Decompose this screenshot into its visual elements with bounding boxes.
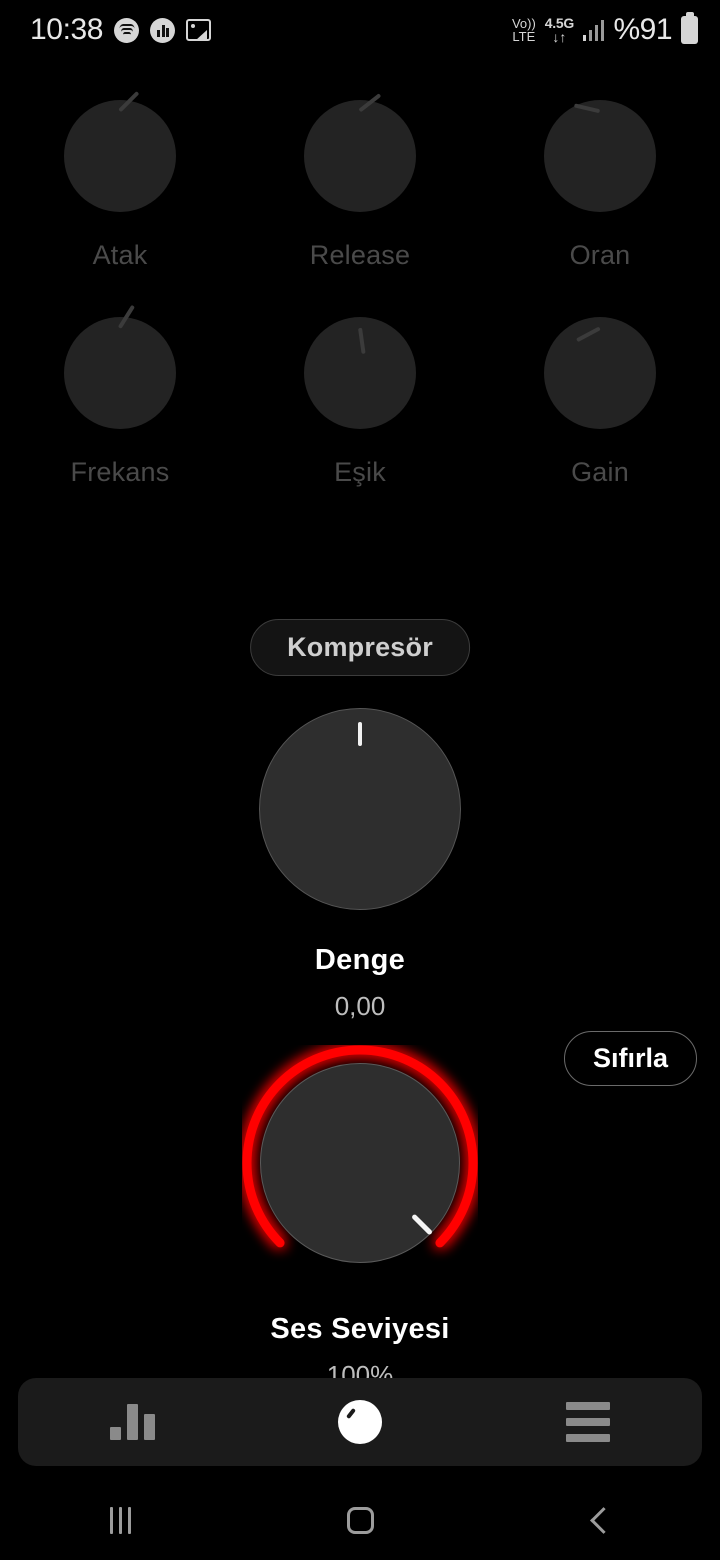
knob-dial-gain[interactable] bbox=[544, 317, 656, 429]
status-clock: 10:38 bbox=[30, 13, 104, 46]
knob-dial-atak[interactable] bbox=[64, 91, 176, 212]
equalizer-circle-icon bbox=[150, 17, 176, 43]
knob-dial-release[interactable] bbox=[304, 93, 416, 212]
knob-body bbox=[544, 100, 656, 212]
knob-label-atak: Atak bbox=[92, 240, 148, 270]
knob-control-oran[interactable]: Oran bbox=[480, 100, 720, 271]
knob-dial-frekans[interactable] bbox=[64, 305, 176, 429]
status-bar-left: 10:38 bbox=[30, 13, 212, 47]
knob-label-gain: Gain bbox=[571, 457, 629, 487]
knob-label-frekans: Frekans bbox=[70, 457, 170, 487]
balance-value: 0,00 bbox=[334, 991, 386, 1021]
signal-bars-icon bbox=[582, 19, 605, 41]
knob-icon bbox=[338, 1400, 382, 1444]
hamburger-menu-icon bbox=[566, 1402, 610, 1442]
knob-dial-esik[interactable] bbox=[304, 317, 416, 429]
knob-control-gain[interactable]: Gain bbox=[480, 317, 720, 488]
home-icon bbox=[346, 1506, 374, 1534]
knob-body bbox=[64, 100, 176, 212]
knob-indicator bbox=[358, 722, 362, 746]
volume-control: Ses Seviyesi 100% bbox=[0, 1045, 720, 1391]
compressor-knob-grid: Atak Release Oran Frekans Eşik Gain bbox=[0, 91, 720, 488]
balance-title: Denge bbox=[314, 944, 406, 976]
data-transfer-icon: ↓↑ bbox=[552, 29, 567, 45]
battery-icon bbox=[681, 16, 698, 44]
balance-control: Denge 0,00 bbox=[0, 708, 720, 1022]
volte-icon: Vo)) LTE bbox=[512, 17, 536, 43]
menu-tab[interactable] bbox=[474, 1378, 702, 1466]
knob-label-release: Release bbox=[309, 240, 411, 270]
knob-row-2: Frekans Eşik Gain bbox=[0, 305, 720, 488]
back-icon bbox=[589, 1506, 617, 1534]
knob-label-esik: Eşik bbox=[334, 457, 386, 487]
status-bar: 10:38 Vo)) LTE 4.5G ↓↑ %91 bbox=[0, 0, 720, 60]
bottom-tab-bar bbox=[18, 1378, 702, 1466]
effects-tab[interactable] bbox=[246, 1378, 474, 1466]
spotify-icon bbox=[114, 17, 140, 43]
status-bar-right: Vo)) LTE 4.5G ↓↑ %91 bbox=[512, 13, 698, 47]
knob-body bbox=[304, 100, 416, 212]
balance-knob[interactable] bbox=[259, 708, 461, 910]
recents-icon bbox=[109, 1506, 131, 1534]
network-indicator: 4.5G ↓↑ bbox=[545, 16, 574, 44]
android-navigation-bar bbox=[0, 1480, 720, 1560]
back-button[interactable] bbox=[480, 1506, 720, 1534]
knob-control-release[interactable]: Release bbox=[240, 93, 480, 271]
recents-button[interactable] bbox=[0, 1506, 240, 1534]
home-button[interactable] bbox=[240, 1506, 480, 1534]
knob-label-oran: Oran bbox=[569, 240, 631, 270]
volume-knob[interactable] bbox=[242, 1045, 478, 1281]
knob-row-1: Atak Release Oran bbox=[0, 91, 720, 271]
equalizer-tab[interactable] bbox=[18, 1378, 246, 1466]
volte-bottom-label: LTE bbox=[512, 29, 536, 44]
app-screen: 10:38 Vo)) LTE 4.5G ↓↑ %91 Atak Release … bbox=[0, 0, 720, 1560]
knob-control-frekans[interactable]: Frekans bbox=[0, 305, 240, 488]
knob-body bbox=[544, 317, 656, 429]
knob-body bbox=[64, 317, 176, 429]
compressor-toggle-button[interactable]: Kompresör bbox=[250, 619, 470, 676]
image-icon bbox=[186, 19, 212, 41]
knob-control-atak[interactable]: Atak bbox=[0, 91, 240, 271]
equalizer-bars-icon bbox=[109, 1404, 155, 1440]
network-generation-label: 4.5G bbox=[544, 15, 574, 31]
battery-percent-label: %91 bbox=[613, 13, 672, 46]
knob-control-esik[interactable]: Eşik bbox=[240, 317, 480, 488]
volume-title: Ses Seviyesi bbox=[270, 1313, 450, 1345]
knob-dial-oran[interactable] bbox=[544, 100, 656, 212]
compressor-toggle-label: Kompresör bbox=[287, 632, 433, 662]
